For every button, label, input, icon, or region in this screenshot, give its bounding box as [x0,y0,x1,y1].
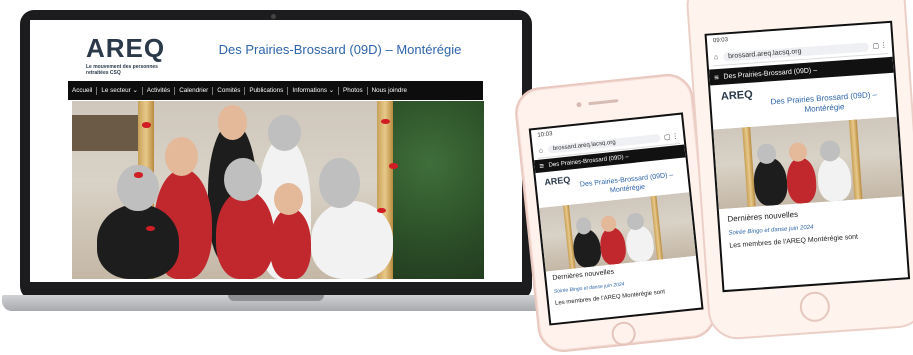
main-nav: Accueil Le secteur ⌄ Activités Calendrie… [68,81,483,100]
phone-small: 10:03 ⌂ brossard.areq.lacsq.org ▢ ⋮ ≡ De… [512,71,719,355]
home-icon[interactable]: ⌂ [712,53,720,61]
nav-item-comites[interactable]: Comités [213,86,246,95]
nav-item-informations[interactable]: Informations ⌄ [288,86,340,95]
laptop-camera [271,14,276,19]
nav-item-photos[interactable]: Photos [339,86,368,95]
more-icon[interactable]: ⋮ [879,41,888,50]
speaker-grille [588,99,619,106]
areq-logo[interactable]: AREQ [544,175,571,188]
home-icon[interactable]: ⌂ [537,147,546,155]
areq-logo[interactable]: AREQ Le mouvement des personnes retraité… [86,35,172,76]
nav-item-le-secteur[interactable]: Le secteur ⌄ [97,86,143,95]
menu-icon[interactable]: ≡ [534,161,549,171]
nav-item-publications[interactable]: Publications [245,86,289,95]
phone-large: 09:03 ⌂ brossard.areq.lacsq.org ▢ ⋮ ≡ De… [684,0,913,342]
hero-photo [713,116,903,210]
camera-icon [576,101,582,108]
nav-item-nous-joindre[interactable]: Nous joindre [368,87,411,95]
phone-large-screen: 09:03 ⌂ brossard.areq.lacsq.org ▢ ⋮ ≡ De… [704,20,911,293]
home-button[interactable] [798,290,831,323]
site-title: Des Prairies-Brossard (09D) – Montérégie [218,42,462,57]
menu-icon[interactable]: ≡ [709,72,724,82]
section-heading: Dernières nouvelles [552,268,615,282]
nav-item-calendrier[interactable]: Calendrier [175,86,214,95]
hero-photo [72,101,484,279]
laptop-notch [228,295,324,301]
site-title: Des Prairies Brossard (09D) – Montérégie [770,89,878,115]
home-button[interactable] [610,320,637,347]
section-heading: Dernières nouvelles [727,209,799,224]
laptop-screen: AREQ Le mouvement des personnes retraité… [30,20,522,282]
hero-photo [539,192,696,272]
phone-small-screen: 10:03 ⌂ brossard.areq.lacsq.org ▢ ⋮ ≡ De… [528,112,704,326]
more-icon[interactable]: ⋮ [671,132,680,141]
nav-item-accueil[interactable]: Accueil [68,86,98,95]
news-link[interactable]: Soirée Bingo et danse juin 2024 [554,281,625,294]
nav-item-activites[interactable]: Activités [143,86,176,95]
areq-logo[interactable]: AREQ [721,89,754,103]
news-link[interactable]: Soirée Bingo et danse juin 2024 [728,225,813,237]
